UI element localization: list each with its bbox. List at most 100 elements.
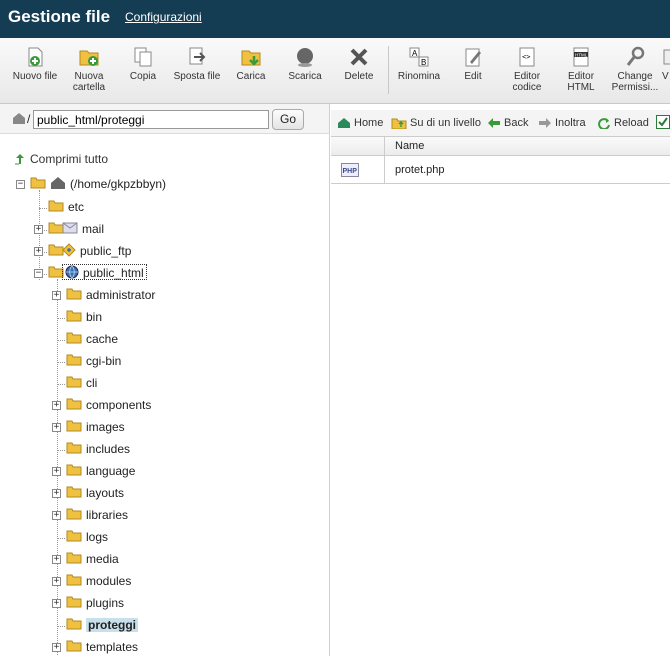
tree-item-libraries[interactable]: libraries bbox=[66, 507, 128, 525]
tree-item-layouts[interactable]: layouts bbox=[66, 485, 124, 503]
up-one-level-button[interactable]: Su di un livello bbox=[391, 117, 481, 130]
tree-item-label: cli bbox=[86, 375, 98, 390]
copy-label: Copia bbox=[129, 71, 157, 82]
forward-button[interactable]: Inoltra bbox=[538, 117, 586, 129]
folder-icon bbox=[66, 288, 82, 300]
tree-item-label: layouts bbox=[86, 485, 125, 500]
copy-button[interactable]: Copia bbox=[116, 46, 170, 82]
expand-toggle[interactable]: + bbox=[52, 467, 61, 476]
folder-icon bbox=[66, 486, 82, 498]
delete-icon bbox=[350, 48, 368, 66]
code-editor-label: Editor codice bbox=[512, 71, 542, 93]
folder-icon bbox=[66, 442, 82, 454]
html-editor-button[interactable]: HTML Editor HTML bbox=[554, 46, 608, 93]
root-collapse-toggle[interactable]: − bbox=[16, 180, 25, 189]
public-html-collapse-toggle[interactable]: − bbox=[34, 269, 43, 278]
tree-item-etc[interactable]: etc bbox=[48, 199, 84, 217]
expand-toggle[interactable]: + bbox=[52, 511, 61, 520]
folder-icon bbox=[66, 398, 82, 410]
tree-item-proteggi[interactable]: proteggi bbox=[66, 617, 138, 635]
file-name: protet.php bbox=[395, 164, 445, 176]
directory-tree: Comprimi tutto − (/home/gkpzbbyn) etc + … bbox=[0, 134, 330, 656]
tree-item-plugins[interactable]: plugins bbox=[66, 595, 124, 613]
tree-item-cli[interactable]: cli bbox=[66, 375, 97, 393]
rename-button[interactable]: AB Rinomina bbox=[392, 46, 446, 82]
upload-button[interactable]: Carica bbox=[224, 46, 278, 82]
download-button[interactable]: Scarica bbox=[278, 46, 332, 82]
go-button[interactable]: Go bbox=[272, 109, 304, 130]
code-editor-button[interactable]: <> Editor codice bbox=[500, 46, 554, 93]
file-row[interactable]: PHP protet.php bbox=[331, 156, 670, 184]
expand-toggle[interactable]: + bbox=[52, 291, 61, 300]
forward-label: Inoltra bbox=[555, 117, 586, 129]
folder-icon bbox=[66, 464, 82, 476]
home-label: Home bbox=[354, 117, 384, 129]
new-folder-button[interactable]: Nuova cartella bbox=[62, 46, 116, 93]
tree-item-public-ftp[interactable]: public_ftp bbox=[48, 243, 131, 261]
globe-icon bbox=[65, 265, 79, 279]
name-column-header[interactable]: Name bbox=[395, 140, 424, 152]
up-one-level-label: Su di un livello bbox=[410, 117, 481, 129]
tree-item-label: etc bbox=[68, 199, 85, 214]
settings-link[interactable]: Configurazioni bbox=[125, 10, 202, 24]
tree-item-label: cache bbox=[86, 331, 119, 346]
tree-item-cache[interactable]: cache bbox=[66, 331, 118, 349]
edit-icon bbox=[465, 48, 481, 67]
tree-item-mail[interactable]: mail bbox=[48, 221, 104, 239]
change-permissions-label: Change Permissi... bbox=[611, 71, 659, 93]
new-file-label: Nuovo file bbox=[12, 71, 58, 82]
tree-item-logs[interactable]: logs bbox=[66, 529, 108, 547]
view-button[interactable]: V bbox=[662, 46, 670, 82]
tree-item-label: logs bbox=[86, 529, 109, 544]
path-input[interactable] bbox=[33, 110, 269, 129]
folder-icon bbox=[66, 530, 82, 542]
tree-item-cgi-bin[interactable]: cgi-bin bbox=[66, 353, 121, 371]
tree-item-label: components bbox=[86, 397, 152, 412]
reload-button[interactable]: Reload bbox=[597, 117, 649, 130]
ftp-icon bbox=[62, 243, 76, 257]
expand-toggle[interactable]: + bbox=[52, 643, 61, 652]
move-button[interactable]: Sposta file bbox=[170, 46, 224, 82]
folder-icon bbox=[66, 420, 82, 432]
tree-item-components[interactable]: components bbox=[66, 397, 151, 415]
html-editor-label: Editor HTML bbox=[567, 71, 595, 93]
tree-item-public-html[interactable]: public_html bbox=[48, 264, 147, 283]
tree-item-label: libraries bbox=[86, 507, 129, 522]
collapse-all-button[interactable]: Comprimi tutto bbox=[14, 152, 108, 166]
tree-item-language[interactable]: language bbox=[66, 463, 135, 481]
html-editor-icon: HTML bbox=[573, 47, 589, 67]
tree-item-label: cgi-bin bbox=[86, 353, 122, 368]
mail-icon bbox=[62, 222, 78, 234]
tree-root[interactable]: (/home/gkpzbbyn) bbox=[30, 176, 166, 194]
tree-item-administrator[interactable]: administrator bbox=[66, 287, 155, 305]
tree-root-label: (/home/gkpzbbyn) bbox=[70, 176, 167, 191]
expand-toggle[interactable]: + bbox=[52, 555, 61, 564]
tree-item-media[interactable]: media bbox=[66, 551, 119, 569]
edit-button[interactable]: Edit bbox=[446, 46, 500, 82]
expand-toggle[interactable]: + bbox=[52, 423, 61, 432]
expand-toggle[interactable]: + bbox=[52, 401, 61, 410]
download-icon bbox=[297, 48, 313, 67]
tree-connector bbox=[57, 318, 65, 319]
tree-item-label: language bbox=[86, 463, 136, 478]
move-icon bbox=[189, 47, 206, 65]
expand-toggle[interactable]: + bbox=[52, 599, 61, 608]
tree-item-images[interactable]: images bbox=[66, 419, 125, 437]
tree-item-templates[interactable]: templates bbox=[66, 639, 138, 656]
svg-text:B: B bbox=[421, 58, 426, 67]
tree-item-includes[interactable]: includes bbox=[66, 441, 130, 459]
collapse-all-label: Comprimi tutto bbox=[30, 152, 109, 166]
expand-toggle[interactable]: + bbox=[52, 577, 61, 586]
select-all-checkbox[interactable] bbox=[656, 115, 670, 132]
back-button[interactable]: Back bbox=[487, 117, 528, 129]
expand-toggle[interactable]: + bbox=[52, 489, 61, 498]
home-button[interactable]: Home bbox=[337, 117, 383, 129]
delete-button[interactable]: Delete bbox=[332, 46, 386, 82]
tree-item-bin[interactable]: bin bbox=[66, 309, 102, 327]
public-ftp-expand-toggle[interactable]: + bbox=[34, 247, 43, 256]
tree-item-modules[interactable]: modules bbox=[66, 573, 131, 591]
change-permissions-button[interactable]: Change Permissi... bbox=[608, 46, 662, 93]
mail-expand-toggle[interactable]: + bbox=[34, 225, 43, 234]
back-label: Back bbox=[504, 117, 529, 129]
new-file-button[interactable]: Nuovo file bbox=[8, 46, 62, 82]
